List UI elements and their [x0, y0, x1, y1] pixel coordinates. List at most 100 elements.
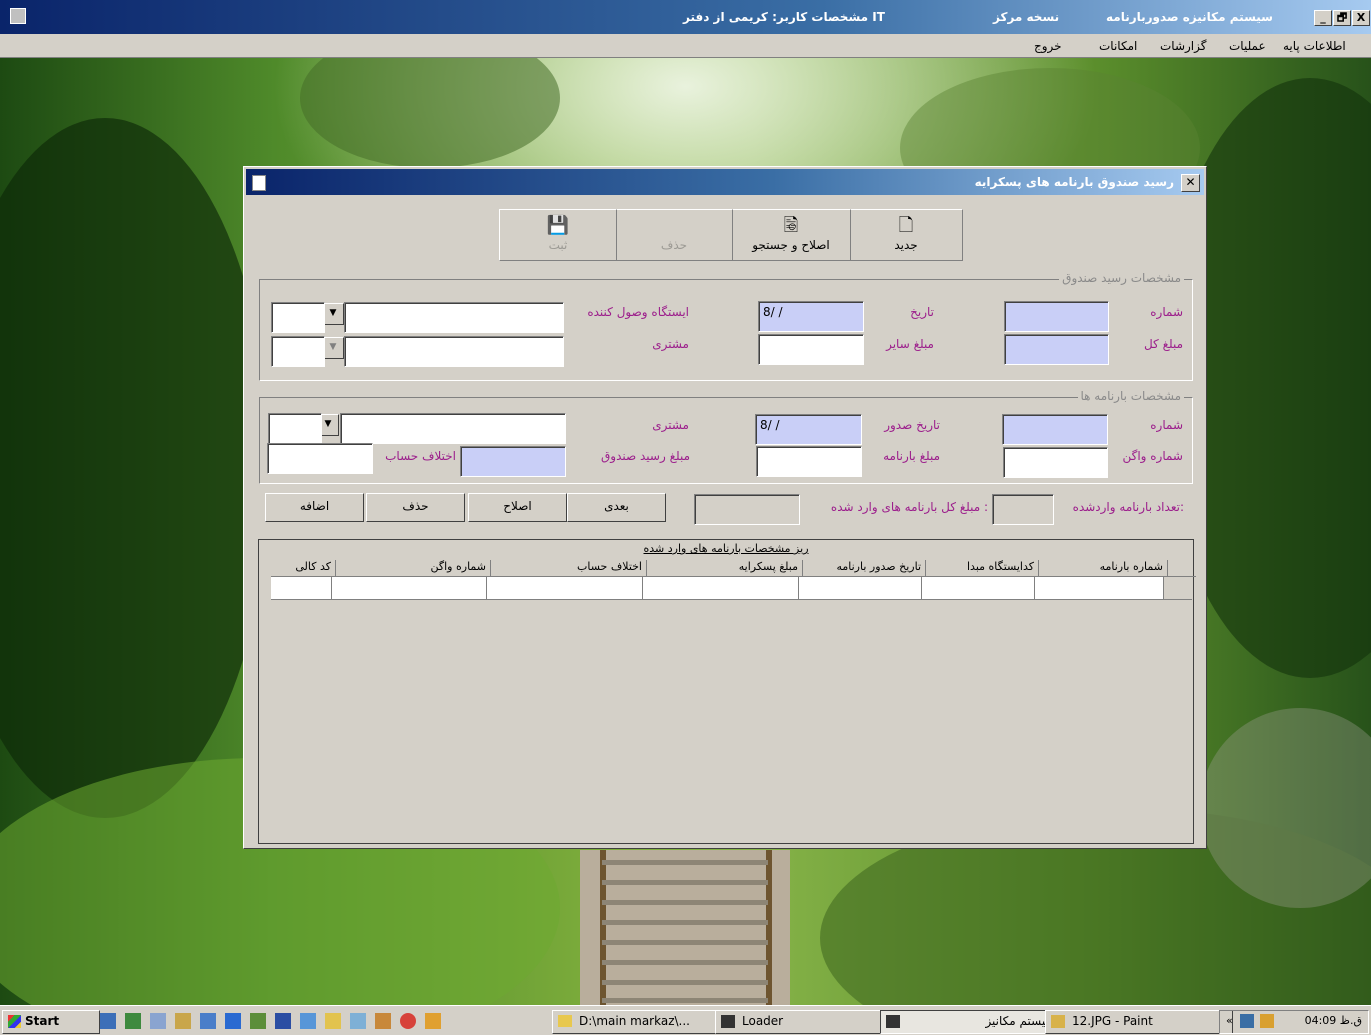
- quicklaunch-icon[interactable]: [350, 1013, 366, 1029]
- grid-cell[interactable]: [1034, 577, 1164, 600]
- add-row-button[interactable]: اضافه: [265, 493, 364, 522]
- menu-exit[interactable]: خروج: [1034, 39, 1062, 53]
- other-amount-label: مبلغ سایر: [886, 337, 934, 351]
- quicklaunch-icon[interactable]: [375, 1013, 391, 1029]
- grid-header-waybill-number[interactable]: شماره بارنامه: [1034, 560, 1168, 577]
- task-loader-label: Loader: [742, 1014, 784, 1028]
- waybill-customer-label: مشتری: [652, 418, 689, 432]
- tray-expand-icon[interactable]: «: [1226, 1014, 1233, 1027]
- grid-header-wagon-number[interactable]: شماره واگن: [331, 560, 491, 577]
- waybill-count-field: [992, 494, 1054, 525]
- quicklaunch-icon[interactable]: [125, 1013, 141, 1029]
- menu-operations[interactable]: عملیات: [1229, 39, 1266, 53]
- next-button[interactable]: بعدی: [567, 493, 666, 522]
- receipt-total-field[interactable]: [1004, 334, 1109, 365]
- station-dropdown-button[interactable]: ▼: [322, 303, 344, 325]
- new-button[interactable]: 🗋 جدید: [849, 209, 963, 261]
- save-icon: 💾: [546, 215, 570, 236]
- quicklaunch-icon[interactable]: [100, 1013, 116, 1029]
- app-icon[interactable]: [10, 8, 26, 24]
- grid-header-issue-date[interactable]: تاریخ صدور بارنامه: [798, 560, 926, 577]
- taskbar: Start D:\main markaz\... Loader سیستم مک…: [0, 1005, 1371, 1035]
- grid-cell[interactable]: [642, 577, 799, 600]
- receipt-amount-field[interactable]: [460, 446, 566, 477]
- waybill-customer-field[interactable]: [340, 413, 566, 444]
- grid-header-amount[interactable]: مبلغ پسکرایه: [642, 560, 803, 577]
- waybill-grid[interactable]: ریز مشخصات بارنامه های وارد شده شماره با…: [258, 539, 1196, 844]
- receipt-customer-code-field[interactable]: [271, 336, 325, 367]
- waybill-number-label: شماره: [1150, 418, 1183, 432]
- grid-cell[interactable]: [798, 577, 922, 600]
- folder-icon: [558, 1015, 572, 1027]
- restore-button[interactable]: 🗗: [1333, 10, 1351, 26]
- minimize-button[interactable]: _: [1314, 10, 1332, 26]
- waybill-customer-code-field[interactable]: [268, 413, 322, 444]
- waybill-sum-label: مبلغ کل بارنامه های وارد شده :: [830, 500, 988, 514]
- quicklaunch-icon[interactable]: [400, 1013, 416, 1029]
- delete-row-button[interactable]: حذف: [366, 493, 465, 522]
- clock: 04:09 ق.ظ: [1304, 1014, 1362, 1027]
- task-explorer[interactable]: D:\main markaz\...: [552, 1010, 738, 1034]
- receipt-customer-label: مشتری: [652, 337, 689, 351]
- folder-icon[interactable]: [325, 1013, 341, 1029]
- dialog-icon: [252, 175, 266, 191]
- wagon-number-field[interactable]: [1003, 447, 1108, 478]
- start-button[interactable]: Start: [2, 1010, 100, 1034]
- issue-date-field[interactable]: 8/ /: [755, 414, 862, 445]
- station-code-field[interactable]: [271, 302, 325, 333]
- edit-row-button[interactable]: اصلاح: [468, 493, 567, 522]
- account-diff-label: اختلاف حساب: [385, 449, 456, 463]
- close-button[interactable]: X: [1352, 10, 1370, 26]
- menu-reports[interactable]: گزارشات: [1160, 39, 1206, 53]
- receipt-customer-field[interactable]: [344, 336, 564, 367]
- menu-tools[interactable]: امکانات: [1099, 39, 1137, 53]
- new-button-label: جدید: [894, 238, 918, 252]
- menubar: اطلاعات پایه عملیات گزارشات امکانات خروج: [0, 34, 1371, 58]
- quicklaunch-icon[interactable]: [200, 1013, 216, 1029]
- task-paint[interactable]: 12.JPG - Paint: [1045, 1010, 1233, 1034]
- task-explorer-label: D:\main markaz\...: [579, 1014, 690, 1028]
- quicklaunch-icon[interactable]: [425, 1013, 441, 1029]
- edit-search-button-label: اصلاح و جستجو: [752, 238, 830, 252]
- receipt-customer-dropdown-button[interactable]: ▼: [322, 337, 344, 359]
- dialog-close-button[interactable]: ✕: [1181, 174, 1200, 192]
- grid-cell[interactable]: [486, 577, 643, 600]
- grid-header-origin-code[interactable]: کدایستگاه مبدا: [921, 560, 1039, 577]
- waybill-number-field[interactable]: [1002, 414, 1108, 445]
- grid-cell[interactable]: [271, 577, 332, 600]
- receipt-date-label: تاریخ: [910, 305, 934, 319]
- other-amount-field[interactable]: [758, 334, 864, 365]
- receipt-number-field[interactable]: [1004, 301, 1109, 332]
- app-title-name: سیستم مکانیزه صدوربارنامه: [1106, 10, 1273, 24]
- grid-cell[interactable]: [331, 577, 487, 600]
- waybill-group-title: مشخصات بارنامه ها: [1077, 389, 1184, 403]
- account-diff-field[interactable]: [267, 443, 373, 474]
- receipt-date-field[interactable]: 8/ /: [758, 301, 864, 332]
- app-title-bar: مشخصات کاربر: کریمی از دفتر IT نسخه مرکز…: [0, 0, 1371, 34]
- grid-header-goods-code[interactable]: کد کالی: [271, 560, 336, 577]
- app-title-user: مشخصات کاربر: کریمی از دفتر IT: [683, 10, 885, 24]
- quicklaunch-icon[interactable]: [175, 1013, 191, 1029]
- delete-toolbar-button[interactable]: حذف: [615, 209, 733, 261]
- station-field[interactable]: [344, 302, 564, 333]
- new-document-icon: 🗋: [898, 215, 914, 236]
- menu-base-info[interactable]: اطلاعات پایه: [1283, 39, 1346, 53]
- quicklaunch-icon[interactable]: [300, 1013, 316, 1029]
- quicklaunch-icon[interactable]: [250, 1013, 266, 1029]
- waybill-amount-field[interactable]: [756, 446, 862, 477]
- save-button[interactable]: 💾 ثبت: [499, 209, 617, 261]
- app-title-version: نسخه مرکز: [993, 10, 1060, 24]
- receipt-dialog: رسید صندوق بارنامه های پسکرایه ✕ 🗋 جدید …: [243, 166, 1207, 849]
- waybill-sum-field: [694, 494, 800, 525]
- network-icon[interactable]: [1240, 1014, 1254, 1028]
- grid-header-account-diff[interactable]: اختلاف حساب: [486, 560, 647, 577]
- receipt-amount-label: مبلغ رسید صندوق: [600, 449, 690, 463]
- edit-search-button[interactable]: 🗟 اصلاح و جستجو: [731, 209, 851, 261]
- task-loader[interactable]: Loader: [715, 1010, 903, 1034]
- word-icon[interactable]: [275, 1013, 291, 1029]
- quicklaunch-icon[interactable]: [150, 1013, 166, 1029]
- grid-row-selector[interactable]: [1163, 577, 1192, 600]
- quicklaunch-icon[interactable]: [225, 1013, 241, 1029]
- tray-app-icon[interactable]: [1260, 1014, 1274, 1028]
- grid-cell[interactable]: [921, 577, 1035, 600]
